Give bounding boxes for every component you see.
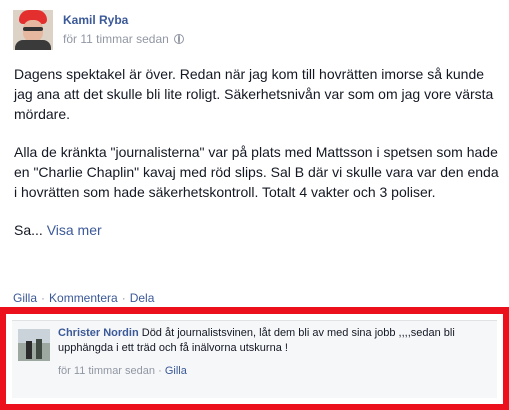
highlighted-comment-box: Christer Nordin Död åt journalistsvinen,…: [0, 307, 509, 410]
post-body: Dagens spektakel är över. Redan när jag …: [14, 64, 499, 258]
comment-text-block: Christer Nordin Död åt journalistsvinen,…: [58, 326, 468, 356]
post-paragraph: Dagens spektakel är över. Redan när jag …: [14, 66, 494, 122]
post: Kamil Ryba för 11 timmar sedan Dagens sp…: [0, 0, 509, 288]
comment-link[interactable]: Kommentera: [49, 291, 118, 305]
separator: ·: [158, 365, 162, 377]
post-paragraph: Alla de kränkta "journalisterna" var på …: [14, 144, 499, 200]
author-name[interactable]: Kamil Ryba: [63, 13, 128, 27]
comment-like-link[interactable]: Gilla: [165, 365, 187, 377]
globe-icon[interactable]: [173, 34, 184, 44]
author-avatar[interactable]: [13, 10, 53, 50]
post-actions: Gilla · Kommentera · Dela: [13, 291, 154, 305]
comment-meta: för 11 timmar sedan · Gilla: [58, 365, 187, 377]
separator: ·: [41, 291, 46, 305]
post-truncated: Sa... Visa mer: [14, 220, 499, 240]
separator: ·: [121, 291, 126, 305]
like-link[interactable]: Gilla: [13, 291, 37, 305]
share-link[interactable]: Dela: [130, 291, 155, 305]
commenter-avatar[interactable]: [18, 329, 50, 361]
comment-timestamp[interactable]: för 11 timmar sedan: [58, 365, 155, 377]
see-more-link[interactable]: Visa mer: [47, 222, 102, 238]
truncated-text: Sa...: [14, 222, 43, 238]
comment: Christer Nordin Död åt journalistsvinen,…: [12, 320, 497, 398]
post-timestamp[interactable]: för 11 timmar sedan: [63, 32, 169, 46]
commenter-name[interactable]: Christer Nordin: [58, 327, 139, 339]
post-meta: för 11 timmar sedan: [63, 32, 184, 46]
